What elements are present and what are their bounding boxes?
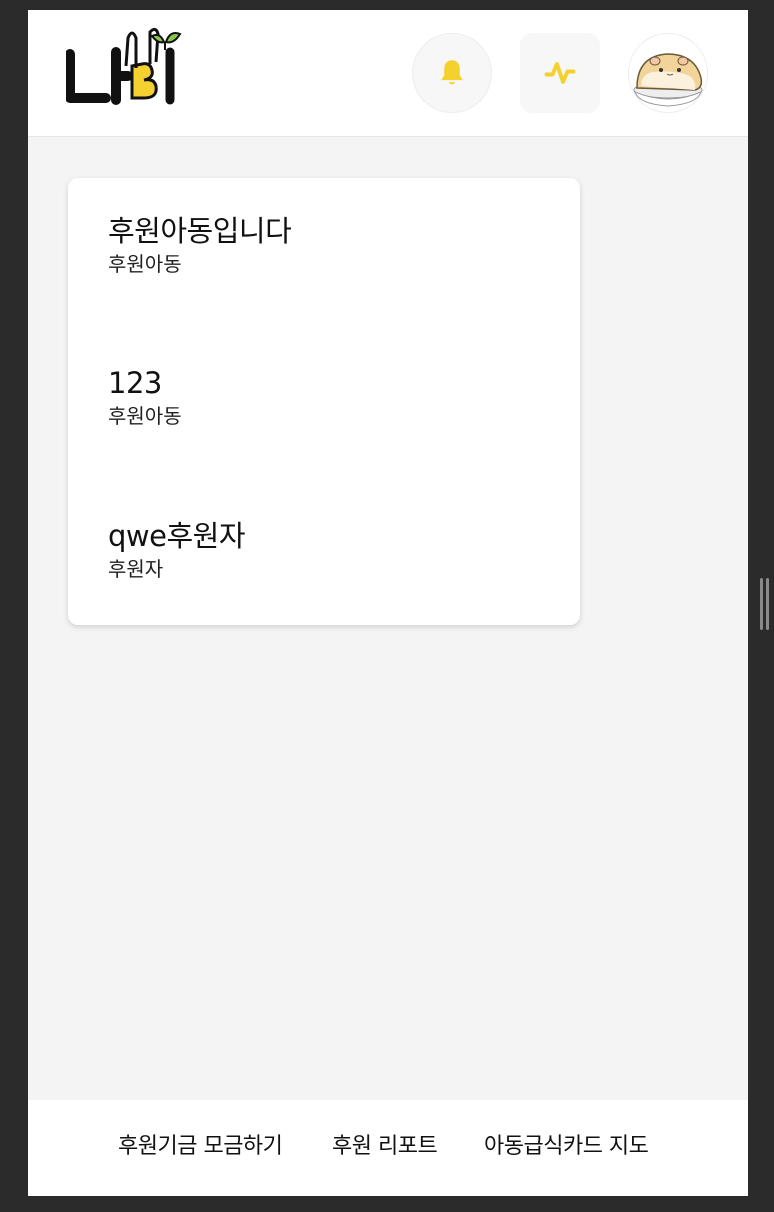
- logo-mark: [65, 27, 182, 105]
- nav-link-meal-card-map[interactable]: 아동급식카드 지도: [484, 1130, 649, 1164]
- bell-icon: [441, 60, 463, 85]
- participant-role: 후원아동: [108, 252, 182, 276]
- activity-icon: [544, 62, 576, 84]
- nav-link-fundraising[interactable]: 후원기금 모금하기: [118, 1130, 283, 1164]
- app-frame: 후원아동입니다 후원아동 123 후원아동 qwe후원자 후원자 후원기금 모금…: [28, 10, 748, 1196]
- resize-handle[interactable]: [760, 578, 770, 630]
- participant-entry-3[interactable]: qwe후원자 후원자: [108, 518, 246, 582]
- participant-role: 후원아동: [108, 404, 182, 428]
- hamster-avatar-image: [629, 34, 707, 112]
- participant-role: 후원자: [108, 557, 164, 581]
- activity-button[interactable]: [520, 33, 600, 113]
- participants-card: 후원아동입니다 후원아동 123 후원아동 qwe후원자 후원자: [68, 178, 580, 625]
- notification-button[interactable]: [412, 33, 492, 113]
- participant-name: 후원아동입니다: [108, 214, 292, 248]
- logo[interactable]: [65, 26, 184, 106]
- participant-entry-1[interactable]: 후원아동입니다 후원아동: [108, 213, 292, 277]
- participant-name: qwe후원자: [108, 519, 246, 553]
- participant-name: 123: [108, 366, 162, 400]
- top-header: [28, 10, 748, 137]
- nav-link-report[interactable]: 후원 리포트: [332, 1130, 438, 1164]
- participant-entry-2[interactable]: 123 후원아동: [108, 365, 182, 429]
- profile-avatar[interactable]: [628, 33, 708, 113]
- bottom-navigation: 후원기금 모금하기 후원 리포트 아동급식카드 지도: [28, 1100, 748, 1196]
